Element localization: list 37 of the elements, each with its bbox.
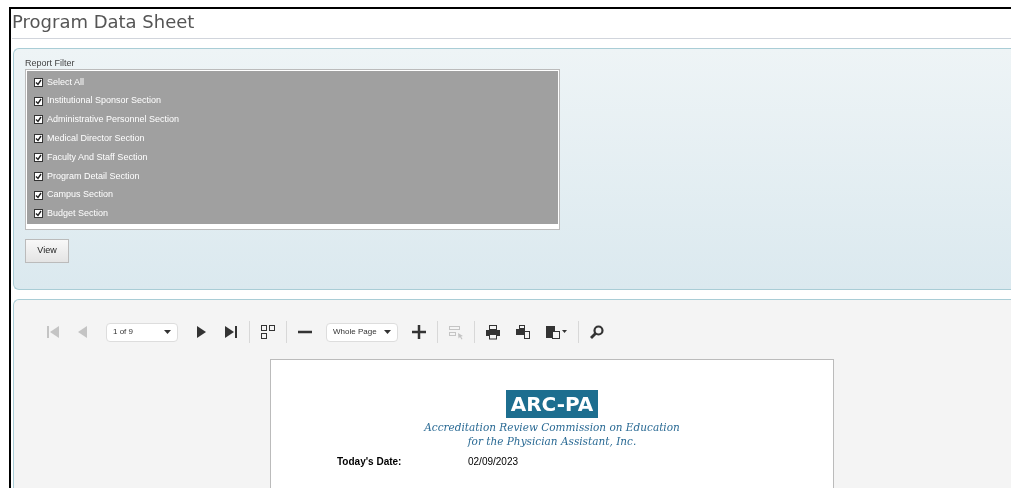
checkbox-label: Faculty And Staff Section bbox=[47, 150, 148, 164]
export-icon bbox=[545, 324, 568, 340]
checkbox-label: Administrative Personnel Section bbox=[47, 113, 180, 127]
first-page-icon bbox=[45, 324, 61, 340]
search-icon bbox=[589, 324, 605, 340]
checkbox[interactable] bbox=[34, 153, 43, 163]
checkbox-label: Campus Section bbox=[47, 188, 114, 202]
view-button[interactable]: View bbox=[25, 239, 69, 263]
checkbox[interactable] bbox=[34, 171, 43, 181]
checkbox[interactable] bbox=[34, 190, 43, 200]
checkbox[interactable] bbox=[34, 134, 43, 144]
organization-name: Accreditation Review Commission on Education bbox=[424, 420, 680, 434]
page-title: Program Data Sheet bbox=[12, 11, 195, 32]
last-page-icon bbox=[223, 324, 239, 340]
checkbox[interactable] bbox=[34, 77, 43, 87]
checkbox-label: Medical Director Section bbox=[47, 132, 145, 146]
field-value: 02/09/2023 bbox=[468, 456, 519, 468]
selection-icon bbox=[448, 324, 464, 340]
checkbox[interactable] bbox=[34, 96, 43, 106]
page-dropdown[interactable]: 1 of 9 bbox=[106, 322, 178, 342]
checkbox[interactable] bbox=[34, 115, 43, 125]
checkbox-label: Budget Section bbox=[47, 207, 109, 221]
caret-icon bbox=[384, 330, 391, 334]
print-page-icon bbox=[515, 324, 531, 340]
zoom-dropdown[interactable]: Whole Page bbox=[326, 322, 398, 342]
logo: ARC-PA bbox=[505, 390, 599, 418]
checkbox-label: Select All bbox=[47, 75, 85, 89]
checkbox-label: Institutional Sponsor Section bbox=[47, 94, 162, 108]
filter-label: Report Filter bbox=[25, 57, 76, 69]
printer-icon bbox=[485, 324, 501, 340]
checkbox-label: Program Detail Section bbox=[47, 169, 140, 183]
plus-icon bbox=[411, 324, 427, 340]
organization-name: for the Physician Assistant, Inc. bbox=[467, 434, 637, 448]
caret-icon bbox=[164, 330, 171, 334]
field-label: Today's Date: bbox=[337, 456, 403, 468]
checkbox[interactable] bbox=[34, 209, 43, 219]
pages-icon bbox=[260, 324, 276, 340]
